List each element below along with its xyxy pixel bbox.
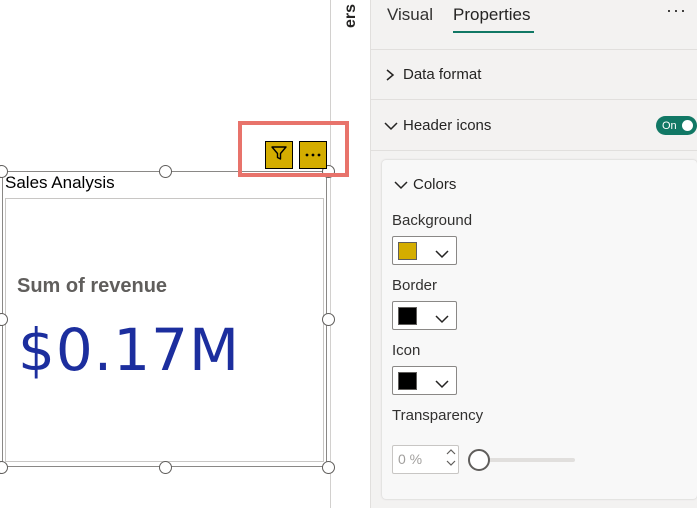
spin-up-icon[interactable] xyxy=(446,447,456,457)
filters-pane-label[interactable]: ers xyxy=(341,0,361,28)
background-label: Background xyxy=(392,212,473,229)
colors-subsection-header[interactable]: Colors xyxy=(393,176,456,193)
toggle-label: On xyxy=(662,119,677,132)
tab-properties[interactable]: Properties xyxy=(453,5,530,25)
resize-handle-bottom-right[interactable] xyxy=(322,461,335,474)
divider xyxy=(371,150,697,151)
header-icons-toggle[interactable]: On xyxy=(656,116,697,135)
section-data-format[interactable]: Data format xyxy=(371,50,697,99)
active-tab-indicator xyxy=(453,31,534,33)
resize-handle-middle-right[interactable] xyxy=(322,313,335,326)
chevron-down-icon xyxy=(383,119,401,133)
visual-title: Sales Analysis xyxy=(5,173,115,192)
transparency-slider-track[interactable] xyxy=(475,458,575,462)
chevron-right-icon xyxy=(383,68,401,82)
colors-heading-label: Colors xyxy=(413,176,457,193)
border-color-swatch xyxy=(398,307,417,325)
resize-handle-bottom-middle[interactable] xyxy=(159,461,172,474)
resize-handle-top-middle[interactable] xyxy=(159,165,172,178)
transparency-label: Transparency xyxy=(392,407,484,424)
pane-more-options-button[interactable]: ··· xyxy=(666,0,687,21)
background-color-picker[interactable] xyxy=(392,236,457,265)
border-color-picker[interactable] xyxy=(392,301,457,330)
chevron-down-icon xyxy=(393,178,411,192)
icon-color-label: Icon xyxy=(392,342,421,359)
chevron-down-icon xyxy=(434,376,450,389)
filters-pane-collapsed[interactable] xyxy=(331,0,371,508)
card-value: $0.17M xyxy=(18,316,241,384)
chevron-down-icon xyxy=(434,311,450,324)
divider xyxy=(371,99,697,100)
background-color-swatch xyxy=(398,242,417,260)
spin-down-icon[interactable] xyxy=(446,459,456,469)
visual-filter-button[interactable] xyxy=(265,141,293,169)
section-header-icons[interactable]: Header icons xyxy=(371,101,697,150)
toggle-knob xyxy=(682,120,693,131)
more-options-icon xyxy=(304,148,322,158)
card-category-label: Sum of revenue xyxy=(17,275,168,297)
tab-visual[interactable]: Visual xyxy=(387,5,433,25)
chevron-down-icon xyxy=(434,246,450,259)
border-label: Border xyxy=(392,277,438,294)
icon-color-swatch xyxy=(398,372,417,390)
section-label: Header icons xyxy=(403,117,492,134)
header-icons-highlight xyxy=(238,121,349,177)
section-label: Data format xyxy=(403,66,482,83)
filter-icon xyxy=(270,144,288,167)
icon-color-picker[interactable] xyxy=(392,366,457,395)
transparency-slider-thumb[interactable] xyxy=(468,449,490,471)
visual-more-options-button[interactable] xyxy=(299,141,327,169)
